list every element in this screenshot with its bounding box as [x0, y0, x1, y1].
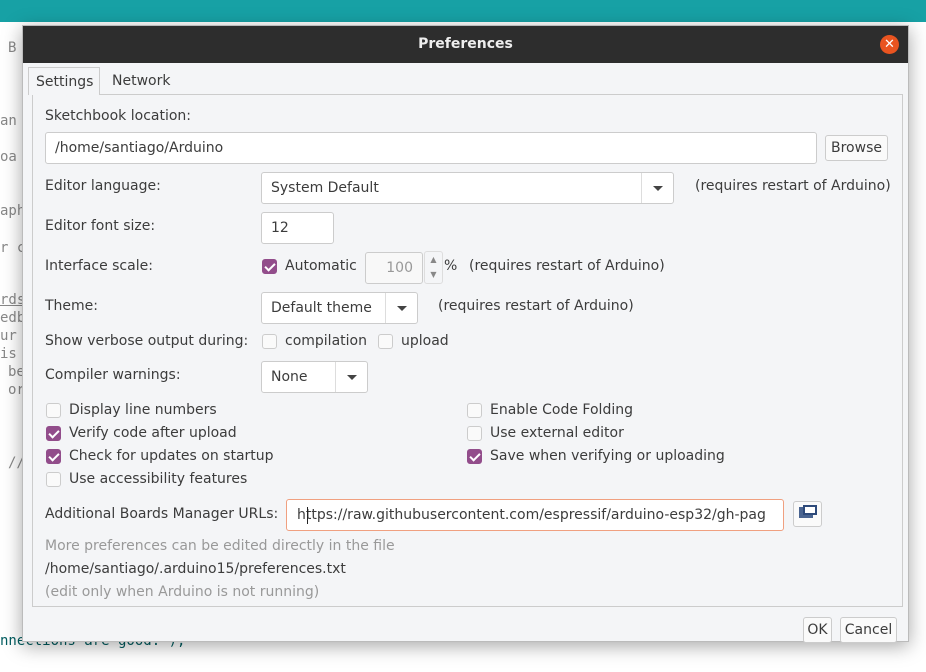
arrow-down-icon[interactable]: ▼	[425, 267, 442, 282]
language-select[interactable]: System Default	[261, 172, 674, 204]
verbose-label: Show verbose output during:	[45, 333, 249, 349]
checkbox-label: Enable Code Folding	[490, 402, 633, 418]
ok-button[interactable]: OK	[803, 617, 832, 643]
sketchbook-input[interactable]: /home/santiago/Arduino	[45, 132, 817, 164]
theme-label: Theme:	[45, 298, 99, 314]
code-folding-checkbox[interactable]	[467, 403, 482, 418]
fontsize-label: Editor font size:	[45, 218, 156, 234]
save-when-verifying-checkbox[interactable]	[467, 449, 482, 464]
bg-code: B	[8, 40, 17, 56]
external-editor-checkbox[interactable]	[467, 426, 482, 441]
edit-note: (edit only when Arduino is not running)	[45, 584, 320, 600]
warnings-select[interactable]: None	[261, 361, 368, 393]
verify-after-upload-checkbox[interactable]	[46, 426, 61, 441]
display-line-numbers-checkbox[interactable]	[46, 403, 61, 418]
prefs-path: /home/santiago/.arduino15/preferences.tx…	[45, 561, 346, 577]
boards-url-label: Additional Boards Manager URLs:	[45, 506, 279, 522]
more-prefs-note: More preferences can be edited directly …	[45, 538, 395, 554]
settings-panel: Sketchbook location: /home/santiago/Ardu…	[32, 94, 903, 607]
restart-note: (requires restart of Arduino)	[695, 178, 891, 194]
restart-note: (requires restart of Arduino)	[469, 258, 665, 274]
bg-code: ur	[0, 328, 17, 344]
sketchbook-label: Sketchbook location:	[45, 108, 192, 124]
scale-unit: %	[444, 258, 458, 274]
verbose-upload-checkbox[interactable]	[378, 334, 393, 349]
theme-value: Default theme	[271, 300, 372, 316]
chevron-down-icon	[641, 173, 673, 203]
verbose-upload-label: upload	[401, 333, 449, 349]
scale-input[interactable]: 100	[365, 252, 423, 284]
fontsize-input[interactable]: 12	[261, 212, 334, 244]
tab-settings[interactable]: Settings	[28, 67, 100, 95]
tab-network[interactable]: Network	[105, 67, 177, 95]
browse-button[interactable]: Browse	[825, 135, 888, 161]
check-updates-checkbox[interactable]	[46, 449, 61, 464]
scale-label: Interface scale:	[45, 258, 153, 274]
preferences-dialog: Preferences ✕ Settings Network Sketchboo…	[22, 25, 909, 643]
bg-code: oa	[0, 149, 17, 165]
verbose-compilation-checkbox[interactable]	[262, 334, 277, 349]
checkbox-label: Use external editor	[490, 425, 624, 441]
checkbox-label: Verify code after upload	[69, 425, 237, 441]
chevron-down-icon	[335, 362, 367, 392]
text-cursor	[307, 507, 308, 524]
edit-urls-button[interactable]	[793, 501, 822, 527]
close-icon[interactable]: ✕	[880, 35, 899, 54]
verbose-compilation-label: compilation	[285, 333, 367, 349]
accessibility-checkbox[interactable]	[46, 472, 61, 487]
scale-automatic-label: Automatic	[285, 258, 357, 274]
scale-automatic-checkbox[interactable]	[262, 259, 277, 274]
arrow-up-icon[interactable]: ▲	[425, 252, 442, 267]
title-bar: Preferences ✕	[23, 26, 908, 63]
checkbox-label: Check for updates on startup	[69, 448, 274, 464]
checkbox-label: Save when verifying or uploading	[490, 448, 725, 464]
boards-url-input[interactable]: https://raw.githubusercontent.com/espres…	[286, 499, 784, 531]
warnings-value: None	[271, 369, 308, 385]
theme-select[interactable]: Default theme	[261, 292, 418, 324]
checkbox-label: Use accessibility features	[69, 471, 248, 487]
scale-stepper[interactable]: ▲ ▼	[424, 251, 443, 284]
boards-url-value: https://raw.githubusercontent.com/espres…	[297, 507, 766, 523]
language-label: Editor language:	[45, 178, 161, 194]
restart-note: (requires restart of Arduino)	[438, 298, 634, 314]
editor-toolbar	[0, 0, 926, 22]
language-value: System Default	[271, 180, 379, 196]
cancel-button[interactable]: Cancel	[840, 617, 897, 643]
bg-code: an	[0, 113, 17, 129]
warnings-label: Compiler warnings:	[45, 367, 181, 383]
chevron-down-icon	[385, 293, 417, 323]
checkbox-label: Display line numbers	[69, 402, 217, 418]
dialog-title: Preferences	[418, 36, 513, 52]
bg-code: is	[0, 346, 17, 362]
